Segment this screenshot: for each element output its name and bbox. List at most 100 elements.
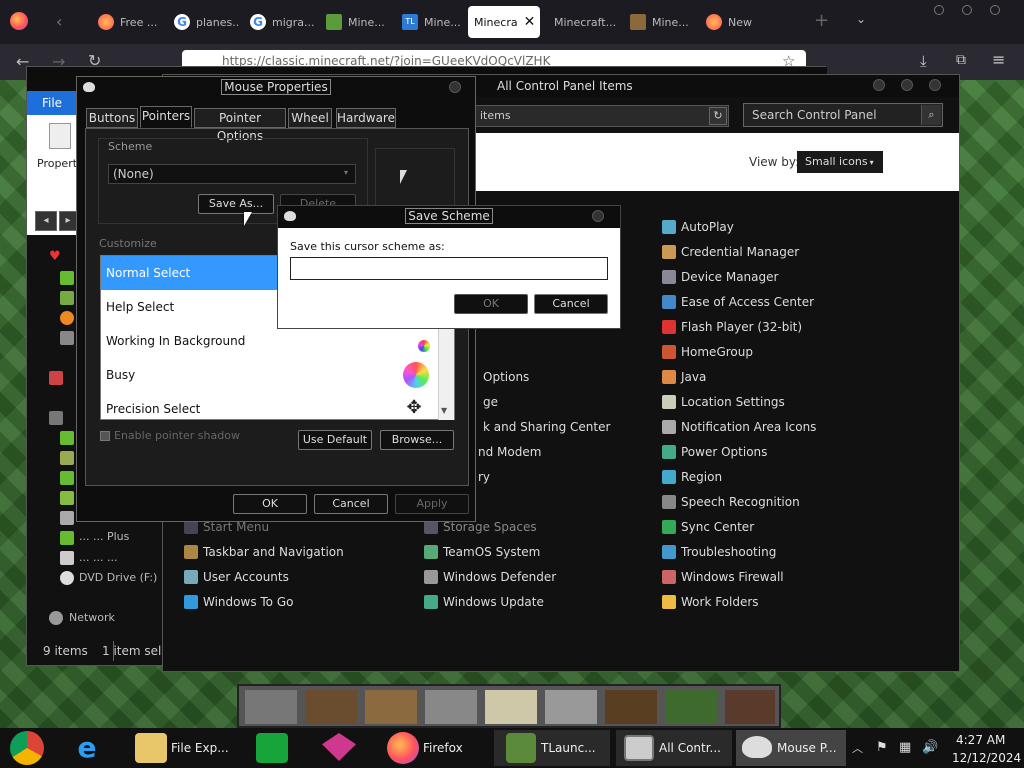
taskbar-label-file-explorer[interactable]: File Exp... <box>171 741 229 755</box>
browser-tab[interactable]: Gmigra... <box>244 6 314 38</box>
cp-item-location-settings[interactable]: Location Settings <box>662 395 785 409</box>
maximize-icon[interactable] <box>901 79 913 91</box>
tab-pointers[interactable]: Pointers <box>140 106 192 128</box>
maximize-icon[interactable] <box>962 5 972 15</box>
monitor-icon[interactable] <box>60 331 74 345</box>
cursor-list-item-help-select[interactable]: Help Select <box>101 290 277 324</box>
cp-item-partial[interactable]: nd Modem <box>478 445 541 459</box>
control-panel-icon[interactable] <box>624 735 654 761</box>
cp-item-region[interactable]: Region <box>662 470 722 484</box>
cp-item-windows-update[interactable]: Windows Update <box>424 595 544 609</box>
documents-folder-icon[interactable] <box>60 451 74 465</box>
close-tab-icon[interactable]: ✕ <box>524 14 536 30</box>
tab-pointer-options[interactable]: Pointer Options <box>194 108 286 143</box>
desktop-folder-icon[interactable] <box>60 431 74 445</box>
flag-icon[interactable]: ⚑ <box>876 740 888 755</box>
cp-item-java[interactable]: Java <box>662 370 706 384</box>
cp-item-homegroup[interactable]: HomeGroup <box>662 345 753 359</box>
list-tabs-icon[interactable]: ⌄ <box>856 12 866 26</box>
cancel-button[interactable]: Cancel <box>314 494 388 514</box>
browser-tab[interactable]: TL Mine... <box>396 6 466 38</box>
taskbar-label-mouse-properties[interactable]: Mouse P... <box>777 741 837 755</box>
new-tab-icon[interactable]: + <box>814 10 829 31</box>
browser-tab[interactable]: Mine... <box>320 6 390 38</box>
taskbar-label-firefox[interactable]: Firefox <box>423 741 463 755</box>
cursor-list-item-busy[interactable]: Busy <box>101 358 436 392</box>
this-pc-icon[interactable] <box>49 411 63 425</box>
tab-buttons[interactable]: Buttons <box>86 108 138 128</box>
cp-item-ease-of-access-center[interactable]: Ease of Access Center <box>662 295 814 309</box>
mouse-icon[interactable] <box>742 736 772 758</box>
refresh-icon[interactable]: ↻ <box>709 107 727 125</box>
address-bar[interactable]: items <box>463 105 729 127</box>
file-tab[interactable]: File <box>27 91 77 115</box>
nav-forward-button[interactable]: ▸ <box>59 211 77 231</box>
nav-back-button[interactable]: ◂ <box>35 211 57 231</box>
tab-hardware[interactable]: Hardware <box>336 108 396 128</box>
sidebar-item-label[interactable]: ... ... Plus <box>79 530 129 543</box>
store-icon[interactable] <box>256 733 288 763</box>
minecraft-icon[interactable] <box>506 733 536 763</box>
cursor-list-item-normal-select[interactable]: Normal Select <box>101 256 277 290</box>
firefox-menu-icon[interactable] <box>10 12 28 30</box>
folder-icon[interactable] <box>135 733 167 763</box>
menu-icon[interactable]: ≡ <box>992 50 1005 69</box>
apply-button[interactable]: Apply <box>395 494 469 514</box>
music-folder-icon[interactable] <box>60 491 74 505</box>
desktop-icon[interactable] <box>60 271 74 285</box>
show-hidden-icons-icon[interactable]: ︿ <box>852 740 863 756</box>
scheme-name-input[interactable] <box>290 257 608 280</box>
save-as-button[interactable]: Save As... <box>198 194 274 214</box>
taskbar-label-tlauncher[interactable]: TLaunc... <box>541 741 596 755</box>
sidebar-item-label[interactable]: ... ... ... <box>79 551 117 564</box>
browser-tab[interactable]: Mine... <box>624 6 696 38</box>
taskbar-label-control-panel[interactable]: All Contr... <box>659 741 721 755</box>
close-icon[interactable] <box>592 210 604 222</box>
save-scheme-ok-button[interactable]: OK <box>454 294 528 314</box>
minimize-icon[interactable] <box>934 5 944 15</box>
browse-button[interactable]: Browse... <box>380 430 454 450</box>
downloads-icon[interactable] <box>60 291 74 305</box>
cp-item-windows-defender[interactable]: Windows Defender <box>424 570 556 584</box>
cp-item-power-options[interactable]: Power Options <box>662 445 767 459</box>
network-label[interactable]: Network <box>69 611 115 624</box>
videos-folder-icon[interactable] <box>60 531 74 545</box>
extensions-icon[interactable]: ⧉ <box>956 52 966 68</box>
cp-item-teamos-system[interactable]: TeamOS System <box>424 545 540 559</box>
cp-item-device-manager[interactable]: Device Manager <box>662 270 778 284</box>
drive-icon[interactable] <box>60 551 74 565</box>
firefox-icon[interactable] <box>387 732 419 764</box>
close-icon[interactable] <box>449 81 461 93</box>
cp-item-partial[interactable]: k and Sharing Center <box>483 420 610 434</box>
close-icon[interactable] <box>929 79 941 91</box>
browser-tab[interactable]: New <box>700 6 760 38</box>
properties-icon[interactable] <box>49 123 71 149</box>
cp-item-start-menu[interactable]: Start Menu <box>184 520 269 534</box>
enable-shadow-checkbox[interactable] <box>100 431 110 441</box>
cp-item-credential-manager[interactable]: Credential Manager <box>662 245 799 259</box>
search-icon[interactable]: ⌕ <box>921 105 941 125</box>
cp-item-windows-firewall[interactable]: Windows Firewall <box>662 570 784 584</box>
browser-tab[interactable]: Minecraft... <box>548 6 620 38</box>
save-scheme-cancel-button[interactable]: Cancel <box>534 294 608 314</box>
tab-scroll-left-icon[interactable]: ‹ <box>56 12 62 31</box>
cp-item-user-accounts[interactable]: User Accounts <box>184 570 289 584</box>
chrome-icon[interactable] <box>10 731 44 765</box>
cp-item-work-folders[interactable]: Work Folders <box>662 595 759 609</box>
tab-wheel[interactable]: Wheel <box>288 108 332 128</box>
sidebar-item-label[interactable]: DVD Drive (F:) ... <box>79 571 171 584</box>
properties-label[interactable]: Propert <box>37 157 77 170</box>
volume-icon[interactable]: 🔊 <box>922 740 938 755</box>
ok-button[interactable]: OK <box>233 494 307 514</box>
network-icon[interactable] <box>49 611 63 625</box>
cp-item-sync-center[interactable]: Sync Center <box>662 520 754 534</box>
browser-tab[interactable]: Gplanes... <box>168 6 238 38</box>
cp-item-storage-spaces[interactable]: Storage Spaces <box>424 520 537 534</box>
cp-item-flash-player-32-bit[interactable]: Flash Player (32-bit) <box>662 320 802 334</box>
minimize-icon[interactable] <box>873 79 885 91</box>
homegroup-icon[interactable] <box>49 371 63 385</box>
downloads-folder-icon[interactable] <box>60 471 74 485</box>
cp-item-windows-to-go[interactable]: Windows To Go <box>184 595 293 609</box>
network-icon[interactable]: ▦ <box>899 740 911 755</box>
cp-item-partial[interactable]: ge <box>483 395 498 409</box>
